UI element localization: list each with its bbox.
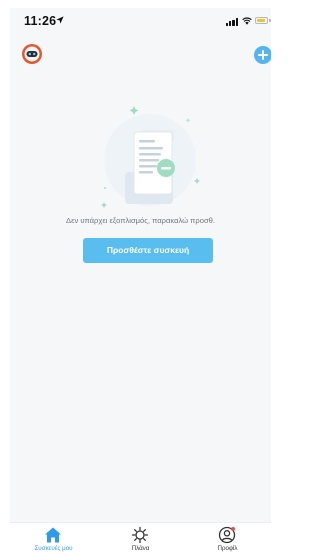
cellular-signal-icon: [226, 18, 238, 26]
home-icon: [45, 527, 61, 543]
sun-icon: [131, 526, 149, 544]
add-device-button[interactable]: Προσθέστε συσκευή: [83, 238, 213, 263]
empty-state-message: Δεν υπάρχει εξοπλισμός, παρακαλώ προσθ.: [66, 216, 215, 225]
robot-avatar-icon[interactable]: [22, 44, 42, 64]
tab-label: Συσκευές μου: [34, 545, 73, 552]
status-bar: 11:26: [10, 8, 271, 36]
tab-profile[interactable]: Προφίλ: [184, 523, 271, 554]
tab-plans[interactable]: Πλάνα: [97, 523, 184, 554]
tab-label: Πλάνα: [131, 545, 150, 552]
battery-tip: [269, 19, 271, 22]
status-time: 11:26: [24, 14, 57, 28]
add-device-plus-button[interactable]: [254, 46, 271, 64]
notification-badge: [231, 527, 235, 531]
location-arrow-icon: [56, 16, 64, 24]
empty-document-illustration: [101, 106, 200, 208]
bottom-tab-bar: Συσκευές μου Πλάνα Προφίλ: [10, 522, 271, 554]
app-screen: 11:26 Δεν υπάρχει εξοπλισμός, παρακαλώ π…: [10, 8, 271, 554]
battery-icon: [255, 17, 268, 24]
wifi-icon: [242, 17, 252, 25]
tab-label: Προφίλ: [217, 545, 238, 552]
tab-my-devices[interactable]: Συσκευές μου: [10, 523, 97, 554]
